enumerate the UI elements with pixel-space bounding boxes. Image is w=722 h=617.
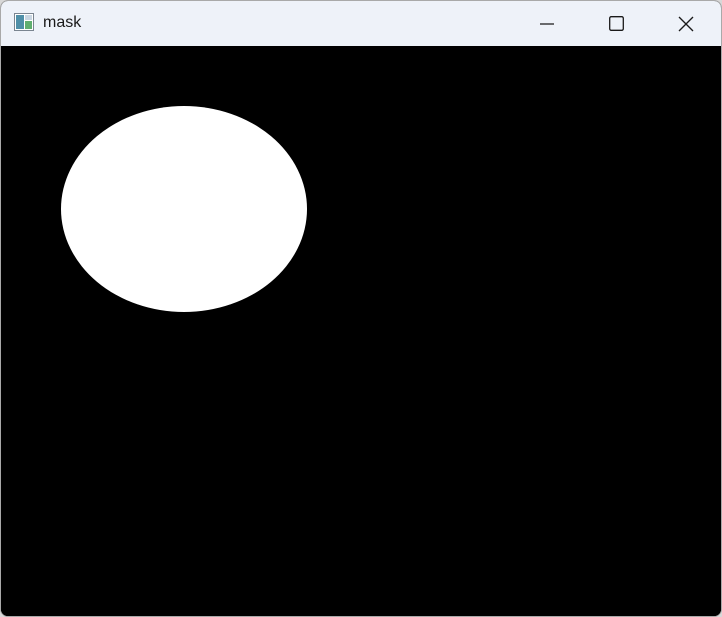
mask-ellipse bbox=[61, 106, 307, 312]
maximize-button[interactable] bbox=[593, 1, 639, 46]
minimize-icon bbox=[540, 22, 554, 25]
app-window: mask bbox=[0, 0, 722, 617]
minimize-button[interactable] bbox=[524, 1, 570, 46]
maximize-icon bbox=[608, 16, 624, 31]
app-window-icon[interactable] bbox=[14, 13, 34, 31]
close-button[interactable] bbox=[663, 1, 709, 46]
window-title: mask bbox=[43, 14, 82, 31]
mask-image bbox=[1, 46, 721, 616]
close-icon bbox=[678, 16, 694, 31]
title-bar[interactable]: mask bbox=[1, 1, 721, 46]
image-canvas bbox=[1, 46, 721, 616]
